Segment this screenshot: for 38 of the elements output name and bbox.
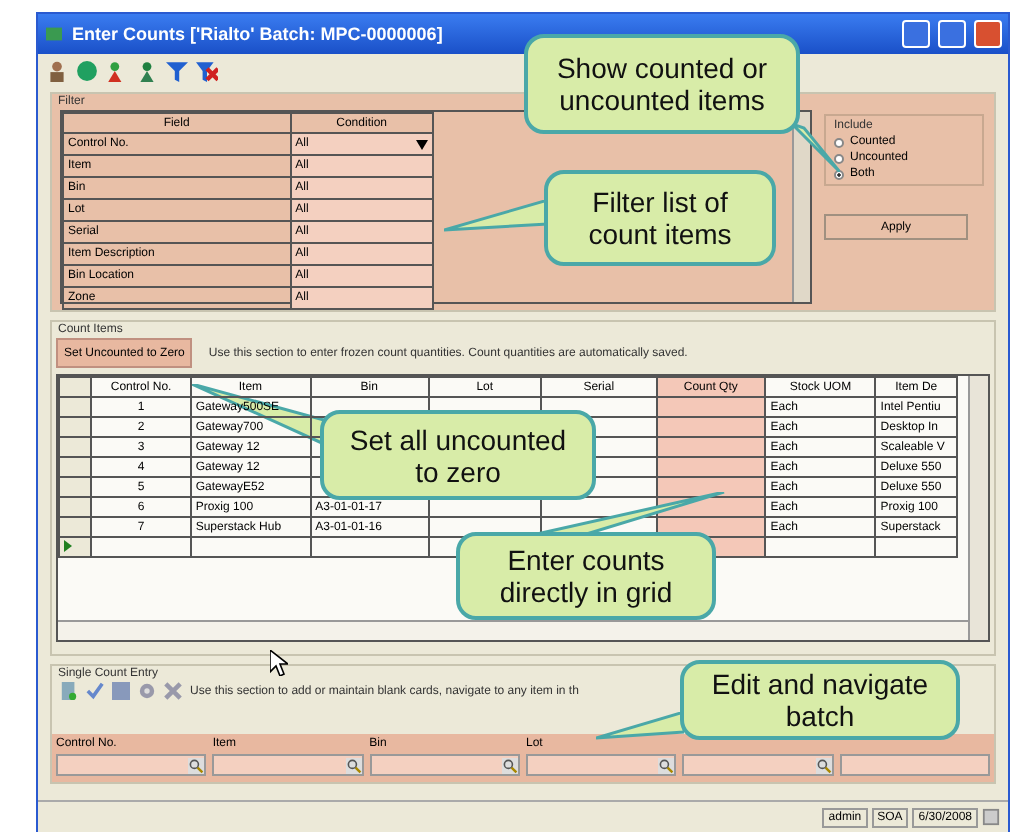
magnifier-icon[interactable] <box>501 757 518 773</box>
person-icon[interactable] <box>46 60 68 82</box>
minimize-button[interactable] <box>902 20 930 48</box>
magnifier-icon[interactable] <box>815 757 832 773</box>
app-icon <box>44 26 64 42</box>
mouse-cursor-icon <box>270 650 288 676</box>
magnifier-icon[interactable] <box>188 757 205 773</box>
scrollbar[interactable] <box>968 376 988 640</box>
input-field[interactable] <box>839 754 990 776</box>
input-field[interactable] <box>369 754 520 776</box>
check-icon[interactable] <box>86 682 104 700</box>
filter-icon[interactable] <box>166 60 188 82</box>
callout: Edit and navigate batch <box>680 660 960 740</box>
clear-filter-icon[interactable] <box>196 60 218 82</box>
callout-pointer <box>596 712 684 740</box>
calendar-icon[interactable] <box>982 808 1000 826</box>
delete-icon[interactable] <box>164 682 182 700</box>
input-field[interactable] <box>212 754 364 776</box>
scrollbar[interactable] <box>58 620 968 640</box>
magnifier-icon[interactable] <box>658 757 675 773</box>
callout-pointer <box>444 200 548 232</box>
maximize-button[interactable] <box>938 20 966 48</box>
input-field[interactable] <box>682 754 834 776</box>
close-button[interactable] <box>974 20 1002 48</box>
dropdown-arrow-icon[interactable] <box>416 139 428 149</box>
new-document-icon[interactable] <box>60 682 78 700</box>
scrollbar[interactable] <box>792 112 810 302</box>
input-field[interactable] <box>56 754 207 776</box>
callout: Filter list of count items <box>544 170 776 266</box>
new-row-marker-icon <box>64 539 72 551</box>
gear-icon[interactable] <box>138 682 156 700</box>
circle-icon[interactable] <box>76 60 98 82</box>
callout: Show counted or uncounted items <box>524 34 800 134</box>
window-title: Enter Counts ['Rialto' Batch: MPC-0000006] <box>72 24 445 44</box>
radio-button[interactable] <box>834 137 844 147</box>
input-field[interactable] <box>525 754 677 776</box>
magnifier-icon[interactable] <box>345 757 362 773</box>
people-icon[interactable] <box>136 60 158 82</box>
